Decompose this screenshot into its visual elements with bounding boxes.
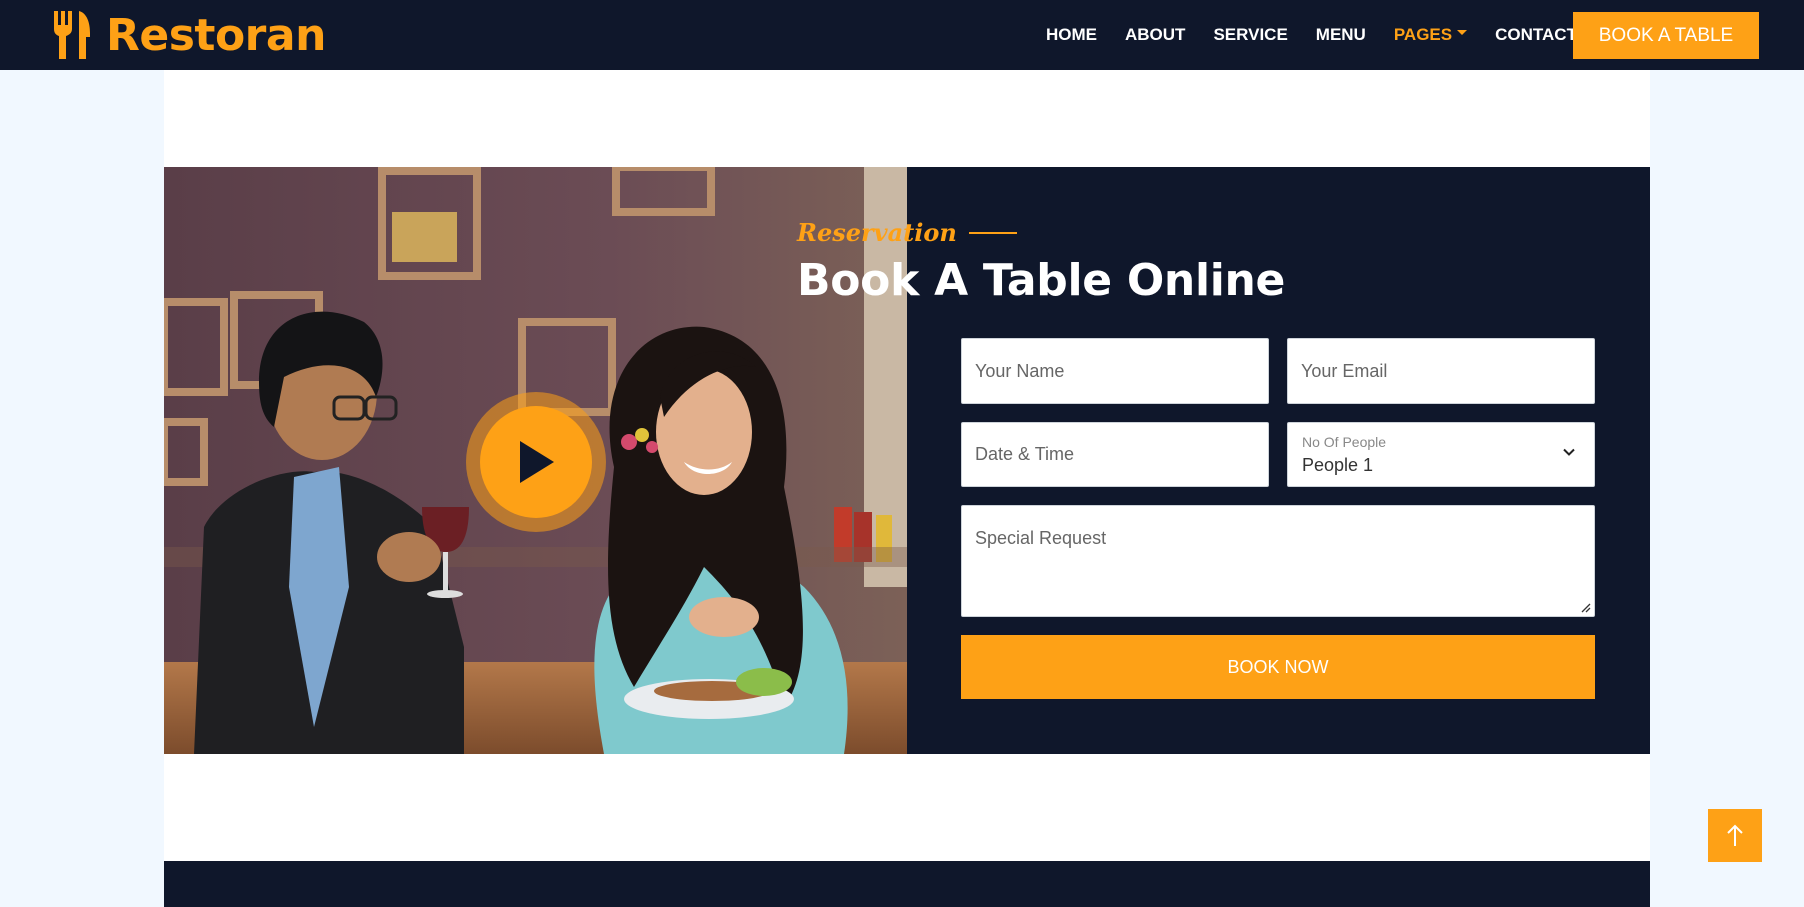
brand-logo[interactable]: Restoran <box>52 8 326 62</box>
special-request-input[interactable] <box>962 506 1594 616</box>
arrow-up-icon <box>1727 824 1743 846</box>
book-now-button[interactable]: BOOK NOW <box>961 635 1595 699</box>
play-video-button[interactable] <box>466 392 606 532</box>
people-select[interactable]: No Of People People 1 <box>1287 422 1595 487</box>
email-field[interactable] <box>1287 338 1595 404</box>
nav-about[interactable]: ABOUT <box>1125 25 1185 45</box>
people-select-value: People 1 <box>1302 455 1374 475</box>
back-to-top-button[interactable] <box>1708 809 1762 862</box>
nav-menu[interactable]: MENU <box>1316 25 1366 45</box>
nav-service[interactable]: SERVICE <box>1213 25 1287 45</box>
people-select-label: No Of People <box>1302 434 1387 450</box>
footer <box>164 861 1650 907</box>
reservation-subtitle: Reservation <box>797 218 1017 247</box>
brand-name: Restoran <box>106 9 326 61</box>
book-a-table-button[interactable]: BOOK A TABLE <box>1573 12 1759 59</box>
nav-pages-label: PAGES <box>1393 25 1453 44</box>
nav-pages[interactable]: PAGES <box>1393 25 1468 45</box>
video-thumbnail[interactable] <box>164 167 907 754</box>
caret-down-icon <box>1457 29 1468 35</box>
name-field[interactable] <box>961 338 1269 404</box>
special-request-field[interactable] <box>961 505 1595 617</box>
email-input[interactable] <box>1288 339 1594 403</box>
subtitle-text: Reservation <box>797 218 957 247</box>
datetime-input[interactable] <box>962 423 1268 486</box>
resize-handle-icon[interactable] <box>1579 601 1591 613</box>
reservation-title: Book A Table Online <box>797 255 1286 306</box>
play-icon <box>520 441 554 483</box>
chevron-down-icon <box>1563 448 1575 456</box>
main-nav: HOME ABOUT SERVICE MENU PAGES CONTACT <box>1046 0 1605 70</box>
name-input[interactable] <box>962 339 1268 403</box>
subtitle-divider <box>968 231 1017 234</box>
utensils-icon <box>54 11 90 59</box>
play-button-inner <box>480 406 592 518</box>
navbar: Restoran HOME ABOUT SERVICE MENU PAGES C… <box>0 0 1804 70</box>
nav-contact[interactable]: CONTACT <box>1495 25 1577 45</box>
datetime-field[interactable] <box>961 422 1269 487</box>
nav-home[interactable]: HOME <box>1046 25 1097 45</box>
